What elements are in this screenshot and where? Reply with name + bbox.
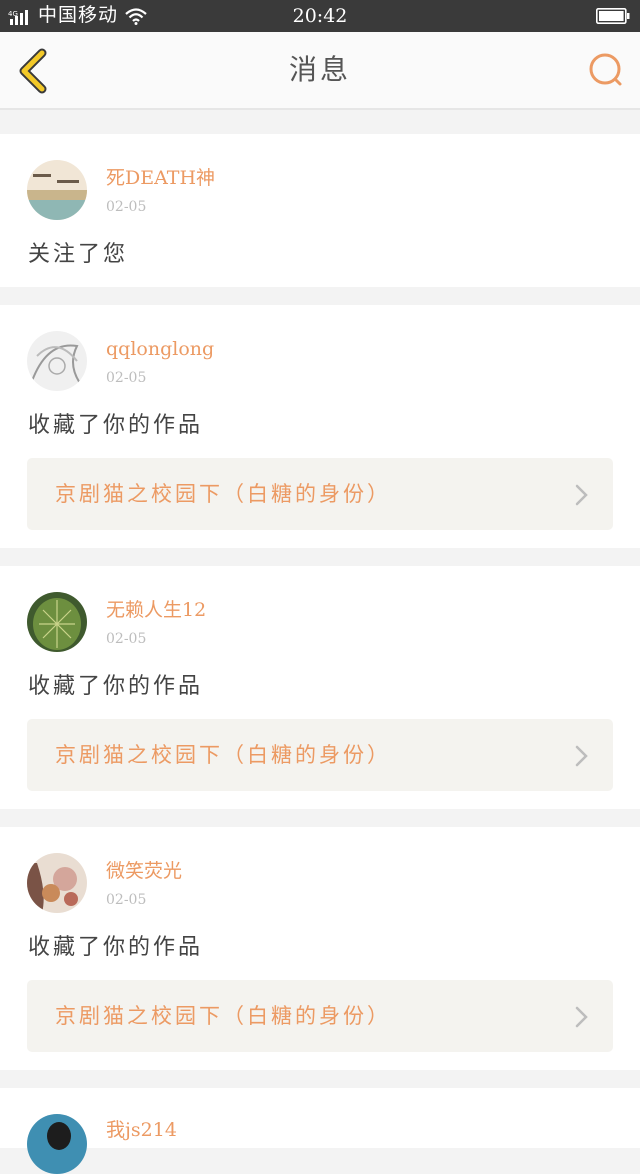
avatar[interactable] xyxy=(27,592,87,652)
search-icon xyxy=(589,53,622,86)
message-action: 收藏了你的作品 xyxy=(28,674,204,699)
username[interactable]: 无赖人生12 xyxy=(106,598,206,622)
nav-bar: 消息 xyxy=(0,32,640,110)
message-date: 02-05 xyxy=(106,631,147,647)
work-title: 京剧猫之校园下（白糖的身份） xyxy=(55,482,391,506)
page-title: 消息 xyxy=(288,53,351,86)
message-date: 02-05 xyxy=(106,199,147,215)
avatar[interactable] xyxy=(27,1114,87,1174)
avatar[interactable] xyxy=(27,160,87,220)
message-card: 无赖人生12 02-05 收藏了你的作品 京剧猫之校园下（白糖的身份） xyxy=(0,566,640,809)
avatar[interactable] xyxy=(27,853,87,913)
message-card: 死DEATH神 02-05 关注了您 xyxy=(0,134,640,287)
message-date: 02-05 xyxy=(106,370,147,386)
username[interactable]: qqlonglong xyxy=(106,337,214,361)
battery-icon xyxy=(596,8,630,24)
message-card: 我js214 xyxy=(0,1088,640,1174)
status-bar: 4G 中国移动 20:42 xyxy=(0,0,640,32)
username[interactable]: 微笑荧光 xyxy=(106,859,182,883)
message-action: 关注了您 xyxy=(28,242,129,267)
message-action: 收藏了你的作品 xyxy=(28,413,204,438)
message-action: 收藏了你的作品 xyxy=(28,935,204,960)
chevron-right-icon xyxy=(575,484,588,506)
username[interactable]: 我js214 xyxy=(106,1118,177,1142)
work-link[interactable]: 京剧猫之校园下（白糖的身份） xyxy=(27,458,613,530)
chevron-right-icon xyxy=(575,1006,588,1028)
username[interactable]: 死DEATH神 xyxy=(106,166,215,190)
search-button[interactable] xyxy=(586,50,626,90)
work-link[interactable]: 京剧猫之校园下（白糖的身份） xyxy=(27,980,613,1052)
chevron-right-icon xyxy=(575,745,588,767)
message-card: qqlonglong 02-05 收藏了你的作品 京剧猫之校园下（白糖的身份） xyxy=(0,305,640,548)
work-title: 京剧猫之校园下（白糖的身份） xyxy=(55,1004,391,1028)
message-date: 02-05 xyxy=(106,892,147,908)
avatar[interactable] xyxy=(27,331,87,391)
work-title: 京剧猫之校园下（白糖的身份） xyxy=(55,743,391,767)
status-time: 20:42 xyxy=(292,5,348,27)
work-link[interactable]: 京剧猫之校园下（白糖的身份） xyxy=(27,719,613,791)
message-card: 微笑荧光 02-05 收藏了你的作品 京剧猫之校园下（白糖的身份） xyxy=(0,827,640,1070)
